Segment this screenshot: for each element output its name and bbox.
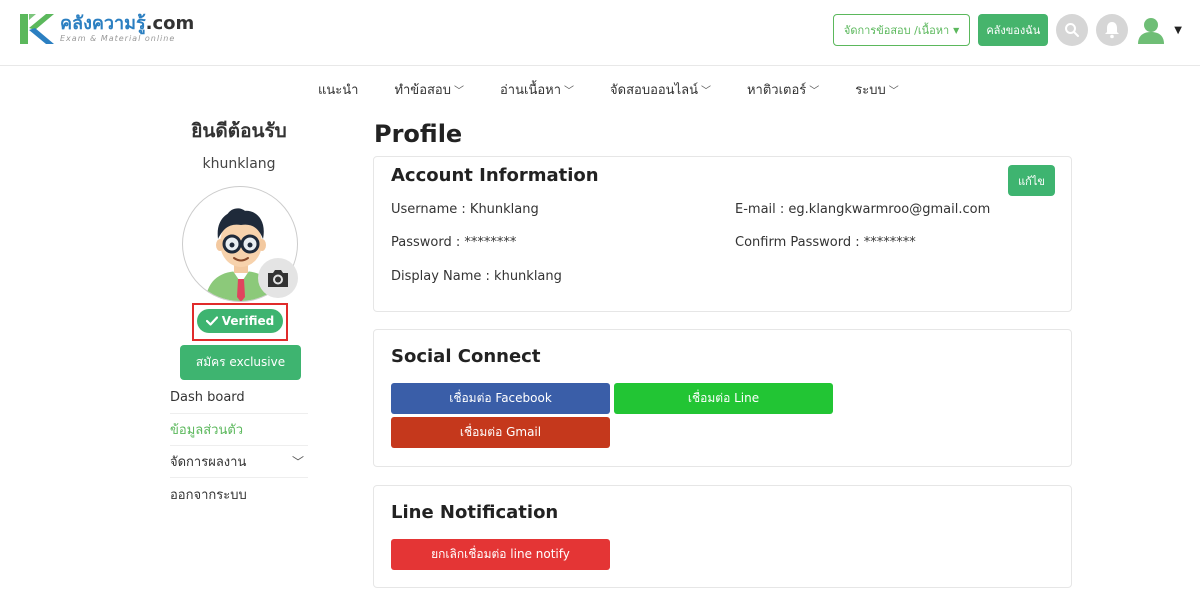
connect-line-button[interactable]: เชื่อมต่อ Line xyxy=(614,383,833,414)
nav-item-find-tutor[interactable]: หาติวเตอร์ ﹀ xyxy=(747,79,819,100)
connect-gmail-button[interactable]: เชื่อมต่อ Gmail xyxy=(391,417,610,448)
verified-label: Verified xyxy=(221,314,275,328)
confirm-password-value: Confirm Password : ******** xyxy=(735,235,916,250)
chevron-down-icon: ﹀ xyxy=(454,86,464,97)
logo-title-part1: คลัง xyxy=(60,13,92,34)
user-menu[interactable]: ▼ xyxy=(1136,15,1182,45)
sidebar-item-logout[interactable]: ออกจากระบบ xyxy=(170,478,308,510)
nav-label: ทำข้อสอบ xyxy=(394,83,451,98)
welcome-heading: ยินดีต้อนรับ xyxy=(191,120,287,142)
account-info-card: Account Information แก้ไข Username : Khu… xyxy=(373,156,1072,312)
nav-item-online-exam[interactable]: จัดสอบออนไลน์ ﹀ xyxy=(610,79,711,100)
sidebar-item-manage-works[interactable]: จัดการผลงาน ﹀ xyxy=(170,446,308,478)
my-store-button[interactable]: คลังของฉัน xyxy=(978,14,1049,46)
display-name-value: Display Name : khunklang xyxy=(391,269,562,284)
camera-icon xyxy=(268,270,288,287)
sidebar-item-label: ข้อมูลส่วนตัว xyxy=(170,423,244,438)
user-icon xyxy=(1138,18,1165,44)
nav-label: หาติวเตอร์ xyxy=(746,83,807,98)
chevron-down-icon: ﹀ xyxy=(888,86,899,97)
sidebar-item-label: Dash board xyxy=(170,390,245,405)
caret-down-icon: ▼ xyxy=(1174,24,1182,36)
subscribe-exclusive-button[interactable]: สมัคร exclusive xyxy=(180,345,301,380)
main-nav: แนะนำ ทำข้อสอบ ﹀ อ่านเนื้อหา ﹀ จัดสอบออนไล… xyxy=(318,79,935,100)
sidebar-item-label: ออกจากระบบ xyxy=(170,487,247,503)
chevron-down-icon: ﹀ xyxy=(564,86,575,97)
password-value: Password : ******** xyxy=(391,235,517,250)
change-photo-button[interactable] xyxy=(258,258,298,298)
nav-item-read-content[interactable]: อ่านเนื้อหา ﹀ xyxy=(500,79,574,100)
manage-content-dropdown[interactable]: จัดการข้อสอบ /เนื้อหา ▼ xyxy=(832,14,971,46)
check-icon xyxy=(205,316,218,326)
social-connect-card: Social Connect เชื่อมต่อ Facebook เชื่อม… xyxy=(373,329,1072,467)
username-value: Username : Khunklang xyxy=(391,202,539,217)
nav-label: แนะนำ xyxy=(318,83,359,98)
avatar-container xyxy=(182,186,298,302)
line-notification-title: Line Notification xyxy=(391,502,559,523)
sidebar-menu: Dash board ข้อมูลส่วนตัว จัดการผลงาน ﹀ ออ… xyxy=(170,382,308,510)
nav-label: จัดสอบออนไลน์ xyxy=(610,83,698,98)
disconnect-line-notify-button[interactable]: ยกเลิกเชื่อมต่อ line notify xyxy=(391,539,610,570)
bell-icon xyxy=(1105,22,1120,39)
manage-content-label: จัดการข้อสอบ /เนื้อหา xyxy=(843,24,950,37)
line-notification-card: Line Notification ยกเลิกเชื่อมต่อ line n… xyxy=(373,485,1072,588)
page-title: Profile xyxy=(374,120,463,148)
logo-subtitle: Exam & Material online xyxy=(60,34,176,43)
site-logo[interactable]: คลังความรู้.com Exam & Material online xyxy=(20,14,194,46)
logo-title-part3: .com xyxy=(145,13,195,34)
sidebar-item-label: จัดการผลงาน xyxy=(170,455,247,470)
email-value: E-mail : eg.klangkwarmroo@gmail.com xyxy=(735,202,991,217)
nav-label: อ่านเนื้อหา xyxy=(500,83,562,98)
sidebar-item-dashboard[interactable]: Dash board xyxy=(170,382,308,414)
notification-button[interactable] xyxy=(1096,14,1129,46)
nav-item-take-exam[interactable]: ทำข้อสอบ ﹀ xyxy=(394,79,464,100)
verified-badge: Verified xyxy=(197,309,283,333)
chevron-down-icon: ﹀ xyxy=(700,86,711,97)
verified-highlight: Verified xyxy=(192,303,288,341)
account-info-title: Account Information xyxy=(391,165,599,186)
logo-title-part2: ความรู้ xyxy=(91,13,146,34)
edit-profile-button[interactable]: แก้ไข xyxy=(1008,165,1055,196)
profile-sidebar: ยินดีต้อนรับ khunklang Verified สมัคร ex… xyxy=(170,116,308,503)
nav-item-recommend[interactable]: แนะนำ xyxy=(318,79,358,100)
search-icon xyxy=(1065,23,1080,37)
caret-down-icon: ▼ xyxy=(953,25,960,35)
nav-label: ระบบ xyxy=(855,83,886,98)
social-connect-title: Social Connect xyxy=(391,346,541,367)
chevron-down-icon: ﹀ xyxy=(809,86,820,97)
logo-k-icon xyxy=(20,14,56,46)
chevron-down-icon: ﹀ xyxy=(291,455,304,469)
nav-item-system[interactable]: ระบบ ﹀ xyxy=(855,79,898,100)
top-header: คลังความรู้.com Exam & Material online จ… xyxy=(0,0,1200,66)
connect-facebook-button[interactable]: เชื่อมต่อ Facebook xyxy=(391,383,610,414)
logo-title: คลังความรู้.com xyxy=(60,14,194,34)
sidebar-item-personal-info[interactable]: ข้อมูลส่วนตัว xyxy=(170,414,308,446)
search-button[interactable] xyxy=(1056,14,1089,46)
sidebar-username: khunklang xyxy=(202,156,276,172)
